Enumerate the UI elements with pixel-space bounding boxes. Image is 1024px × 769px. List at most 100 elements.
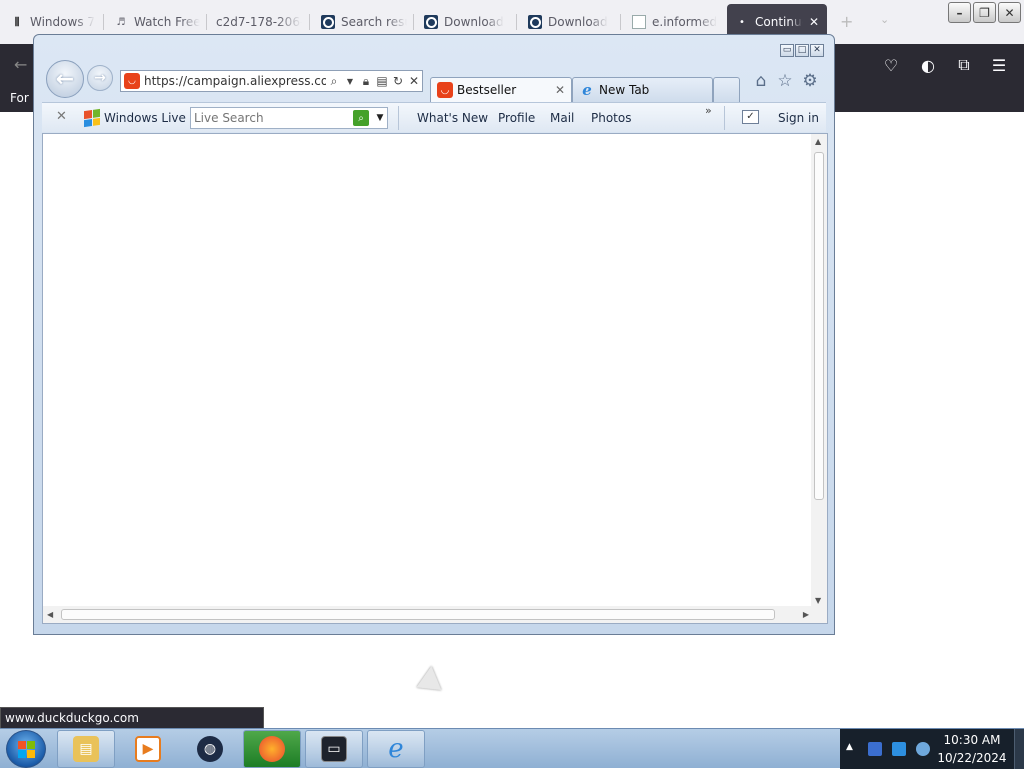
ie-window-controls: ▭ □ ✕ bbox=[780, 44, 824, 57]
extensions-icon[interactable]: ⧉ bbox=[953, 54, 975, 76]
chevron-down-icon[interactable]: ▼ bbox=[373, 113, 387, 123]
internet-explorer-button[interactable]: e bbox=[367, 730, 425, 768]
ie-address-bar[interactable]: ◡ https://campaign.aliexpress.com/ ⌕ ▼ 🔒… bbox=[120, 70, 423, 92]
compatibility-icon[interactable]: ▤ bbox=[374, 74, 390, 88]
windows-live-toolbar: ✕ Windows Live ⌕ ▼ What's New Profile Ma… bbox=[42, 102, 826, 132]
minimize-button[interactable]: – bbox=[948, 2, 971, 23]
vpn-icon[interactable]: ◐ bbox=[917, 54, 939, 76]
ie-tab-bestseller[interactable]: ◡ Bestseller ✕ bbox=[430, 77, 572, 102]
close-button[interactable]: ✕ bbox=[998, 2, 1021, 23]
back-button[interactable]: ← bbox=[14, 55, 27, 74]
refresh-icon[interactable]: ↻ bbox=[390, 74, 406, 88]
firefox-icon bbox=[259, 736, 285, 762]
ie-minimize-button[interactable]: ▭ bbox=[780, 44, 794, 57]
windows-logo-icon bbox=[84, 108, 100, 128]
dropdown-icon[interactable]: ▼ bbox=[342, 77, 358, 86]
ie-tab-new-tab[interactable]: e New Tab bbox=[572, 77, 713, 102]
scroll-up-arrow[interactable]: ▲ bbox=[815, 137, 821, 146]
horizontal-scroll-thumb[interactable] bbox=[61, 609, 775, 620]
home-icon[interactable]: ⌂ bbox=[751, 71, 771, 91]
pocket-icon[interactable]: ♡ bbox=[880, 54, 902, 76]
tab-divider bbox=[206, 14, 207, 30]
resize-corner[interactable] bbox=[811, 606, 827, 623]
media-player-button[interactable]: ▶ bbox=[119, 730, 177, 768]
vertical-scrollbar[interactable]: ▲ ▼ bbox=[811, 134, 827, 608]
shield-icon[interactable] bbox=[868, 742, 882, 756]
start-button[interactable] bbox=[6, 730, 46, 768]
firefox-tab[interactable]: e.informed bbox=[632, 8, 718, 36]
sign-in-link[interactable]: Sign in bbox=[778, 111, 819, 125]
tray-expand-icon[interactable]: ▲ bbox=[846, 742, 853, 752]
gear-icon[interactable]: ⚙ bbox=[800, 71, 820, 91]
vertical-scroll-thumb[interactable] bbox=[814, 152, 824, 500]
ie-page-content[interactable]: ▲ ▼ ◀ ▶ bbox=[42, 133, 828, 624]
mouse-cursor-icon bbox=[416, 666, 450, 700]
close-tab-icon[interactable]: ✕ bbox=[809, 15, 819, 29]
show-desktop-button[interactable] bbox=[1014, 729, 1024, 769]
ie-new-tab-button[interactable] bbox=[713, 77, 740, 102]
network-icon[interactable] bbox=[892, 742, 906, 756]
photos-link[interactable]: Photos bbox=[591, 111, 631, 125]
firefox-tab[interactable]: Download bbox=[424, 8, 510, 36]
profile-link[interactable]: Profile bbox=[498, 111, 535, 125]
monitor-button[interactable]: ▭ bbox=[305, 730, 363, 768]
ie-close-button[interactable]: ✕ bbox=[810, 44, 824, 57]
mail-link[interactable]: Mail bbox=[550, 111, 574, 125]
media-player-icon: ▶ bbox=[135, 736, 161, 762]
whats-new-link[interactable]: What's New bbox=[417, 111, 488, 125]
duckduckgo-icon bbox=[528, 15, 542, 29]
toolbar-close-icon[interactable]: ✕ bbox=[56, 109, 67, 124]
search-icon[interactable]: ⌕ bbox=[326, 74, 342, 89]
ie-window: ▭ □ ✕ ← → ◡ https://campaign.aliexpress.… bbox=[33, 34, 835, 635]
horizontal-scrollbar[interactable]: ◀ ▶ bbox=[43, 606, 813, 623]
tab-label: New Tab bbox=[599, 83, 650, 97]
tab-label: Continue bbox=[755, 15, 803, 29]
windows-logo-icon bbox=[17, 740, 35, 758]
menu-icon[interactable]: ☰ bbox=[988, 54, 1010, 76]
lock-icon[interactable]: 🔒︎ bbox=[358, 74, 374, 89]
live-search-box: ⌕ ▼ bbox=[190, 107, 388, 129]
ie-forward-button[interactable]: → bbox=[87, 65, 113, 91]
volume-icon[interactable] bbox=[916, 742, 930, 756]
restore-button[interactable]: ❐ bbox=[973, 2, 996, 23]
duckduckgo-icon bbox=[321, 15, 335, 29]
stop-icon[interactable]: ✕ bbox=[406, 74, 422, 88]
tab-divider bbox=[103, 14, 104, 30]
tab-label: Watch Free bbox=[134, 15, 200, 29]
aliexpress-icon: ◡ bbox=[124, 73, 140, 89]
favorites-star-icon[interactable]: ☆ bbox=[775, 71, 795, 91]
ie-maximize-button[interactable]: □ bbox=[795, 44, 809, 57]
duckduckgo-icon bbox=[424, 15, 438, 29]
file-explorer-button[interactable]: ▤ bbox=[57, 730, 115, 768]
system-tray: ▲ 10:30 AM 10/22/2024 bbox=[840, 729, 1024, 769]
dot-icon: • bbox=[739, 16, 745, 28]
sign-in-icon[interactable]: ✓ bbox=[742, 110, 759, 124]
ie-back-button[interactable]: ← bbox=[46, 60, 84, 98]
firefox-tab[interactable]: ♬ Watch Free bbox=[114, 8, 200, 36]
firefox-tab[interactable]: ⫼ Windows 7 bbox=[10, 8, 96, 36]
toolbar-divider bbox=[724, 106, 725, 130]
scroll-down-arrow[interactable]: ▼ bbox=[815, 596, 821, 605]
live-search-input[interactable] bbox=[191, 111, 353, 125]
firefox-tab[interactable]: c2d7-178-206- bbox=[216, 8, 302, 36]
globe-button[interactable]: ◍ bbox=[181, 730, 239, 768]
firefox-tab[interactable]: Search resu bbox=[321, 8, 407, 36]
search-go-icon[interactable]: ⌕ bbox=[353, 110, 369, 126]
ie-url-text[interactable]: https://campaign.aliexpress.com/ bbox=[144, 74, 326, 88]
scroll-right-arrow[interactable]: ▶ bbox=[803, 610, 809, 619]
tab-label: c2d7-178-206- bbox=[216, 15, 302, 29]
firefox-tab[interactable]: Download bbox=[528, 8, 614, 36]
new-tab-button[interactable]: + bbox=[840, 12, 853, 31]
firefox-button[interactable] bbox=[243, 730, 301, 768]
scroll-left-arrow[interactable]: ◀ bbox=[47, 610, 53, 619]
more-links-icon[interactable]: » bbox=[705, 104, 712, 117]
clock-date[interactable]: 10/22/2024 bbox=[932, 751, 1012, 765]
close-tab-icon[interactable]: ✕ bbox=[555, 83, 565, 97]
tab-divider bbox=[620, 14, 621, 30]
clock-time[interactable]: 10:30 AM bbox=[932, 733, 1012, 747]
windows-live-label[interactable]: Windows Live bbox=[104, 111, 186, 125]
tab-label: Search resu bbox=[341, 15, 407, 29]
toolbar-divider bbox=[398, 106, 399, 130]
document-icon bbox=[632, 15, 646, 29]
tab-list-button[interactable]: ⌄ bbox=[880, 13, 889, 26]
